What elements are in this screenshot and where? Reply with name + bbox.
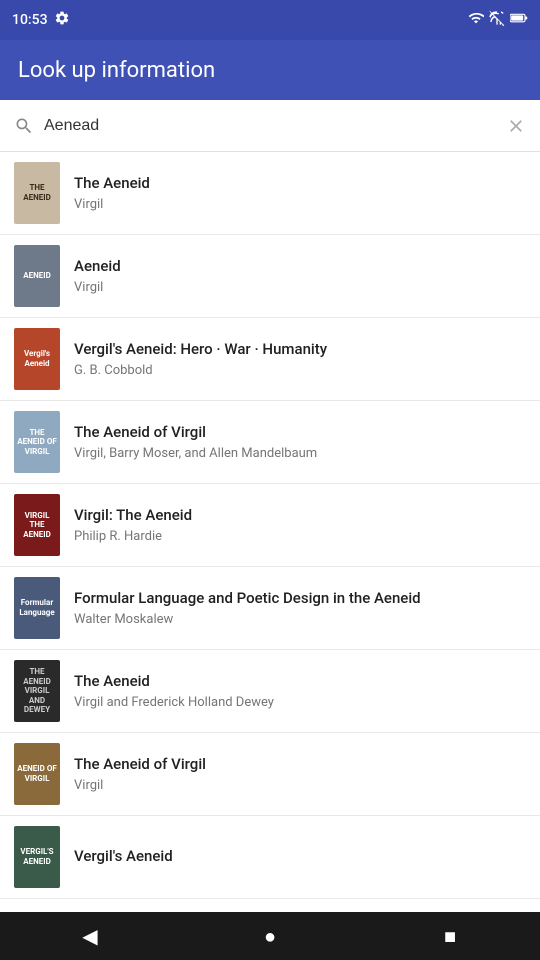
book-title: Formular Language and Poetic Design in t… xyxy=(74,589,526,609)
search-icon xyxy=(14,116,34,136)
list-item[interactable]: AENEID Aeneid Virgil xyxy=(0,235,540,318)
nav-recent-button[interactable]: ■ xyxy=(420,912,480,960)
book-cover: Vergil's Aeneid xyxy=(14,328,60,390)
wifi-icon xyxy=(468,10,484,30)
nav-bar: ◀ ● ■ xyxy=(0,912,540,960)
battery-icon xyxy=(510,11,528,29)
status-right xyxy=(468,10,528,30)
book-author: Walter Moskalew xyxy=(74,612,526,627)
book-author: Virgil, Barry Moser, and Allen Mandelbau… xyxy=(74,446,526,461)
list-item[interactable]: Vergil's Aeneid Vergil's Aeneid: Hero · … xyxy=(0,318,540,401)
book-title: Virgil: The Aeneid xyxy=(74,506,526,526)
book-title: The Aeneid of Virgil xyxy=(74,423,526,443)
book-title: The Aeneid xyxy=(74,174,526,194)
book-author: Virgil xyxy=(74,197,526,212)
book-info: Virgil: The Aeneid Philip R. Hardie xyxy=(74,506,526,544)
list-item[interactable]: THE AENEID The Aeneid Virgil xyxy=(0,152,540,235)
book-title: Vergil's Aeneid: Hero · War · Humanity xyxy=(74,340,526,360)
book-info: The Aeneid Virgil xyxy=(74,174,526,212)
book-info: The Aeneid Virgil and Frederick Holland … xyxy=(74,672,526,710)
list-item[interactable]: THE AENEID OF VIRGIL The Aeneid of Virgi… xyxy=(0,401,540,484)
book-author: Philip R. Hardie xyxy=(74,529,526,544)
status-left: 10:53 xyxy=(12,10,70,30)
book-info: The Aeneid of Virgil Virgil xyxy=(74,755,526,793)
header: Look up information xyxy=(0,40,540,100)
book-author: G. B. Cobbold xyxy=(74,363,526,378)
book-info: Aeneid Virgil xyxy=(74,257,526,295)
book-title: Vergil's Aeneid xyxy=(74,847,526,867)
book-cover: VERGIL'S AENEID xyxy=(14,826,60,888)
book-cover: AENEID xyxy=(14,245,60,307)
book-cover: THE AENEID VIRGIL AND DEWEY xyxy=(14,660,60,722)
list-item[interactable]: THE AENEID VIRGIL AND DEWEY The Aeneid V… xyxy=(0,650,540,733)
book-title: Aeneid xyxy=(74,257,526,277)
search-bar xyxy=(0,100,540,152)
book-title: The Aeneid of Virgil xyxy=(74,755,526,775)
nav-home-button[interactable]: ● xyxy=(240,912,300,960)
book-info: Formular Language and Poetic Design in t… xyxy=(74,589,526,627)
results-list: THE AENEID The Aeneid Virgil AENEID Aene… xyxy=(0,152,540,912)
settings-icon xyxy=(54,10,70,30)
book-author: Virgil xyxy=(74,778,526,793)
book-author: Virgil xyxy=(74,280,526,295)
book-info: Vergil's Aeneid: Hero · War · Humanity G… xyxy=(74,340,526,378)
book-cover: VIRGIL THE AENEID xyxy=(14,494,60,556)
list-item[interactable]: AENEID OF VIRGIL The Aeneid of Virgil Vi… xyxy=(0,733,540,816)
book-info: Vergil's Aeneid xyxy=(74,847,526,867)
book-info: The Aeneid of Virgil Virgil, Barry Moser… xyxy=(74,423,526,461)
book-cover: THE AENEID OF VIRGIL xyxy=(14,411,60,473)
list-item[interactable]: Formular Language Formular Language and … xyxy=(0,567,540,650)
book-cover: THE AENEID xyxy=(14,162,60,224)
list-item[interactable]: VIRGIL THE AENEID Virgil: The Aeneid Phi… xyxy=(0,484,540,567)
nav-back-button[interactable]: ◀ xyxy=(60,912,120,960)
search-input[interactable] xyxy=(44,117,496,135)
page-title: Look up information xyxy=(18,58,215,83)
status-time: 10:53 xyxy=(12,12,48,28)
clear-search-icon[interactable] xyxy=(506,116,526,136)
book-author: Virgil and Frederick Holland Dewey xyxy=(74,695,526,710)
status-bar: 10:53 xyxy=(0,0,540,40)
book-cover: Formular Language xyxy=(14,577,60,639)
list-item[interactable]: VERGIL'S AENEID Vergil's Aeneid xyxy=(0,816,540,899)
book-cover: AENEID OF VIRGIL xyxy=(14,743,60,805)
book-title: The Aeneid xyxy=(74,672,526,692)
signal-icon xyxy=(489,10,505,30)
